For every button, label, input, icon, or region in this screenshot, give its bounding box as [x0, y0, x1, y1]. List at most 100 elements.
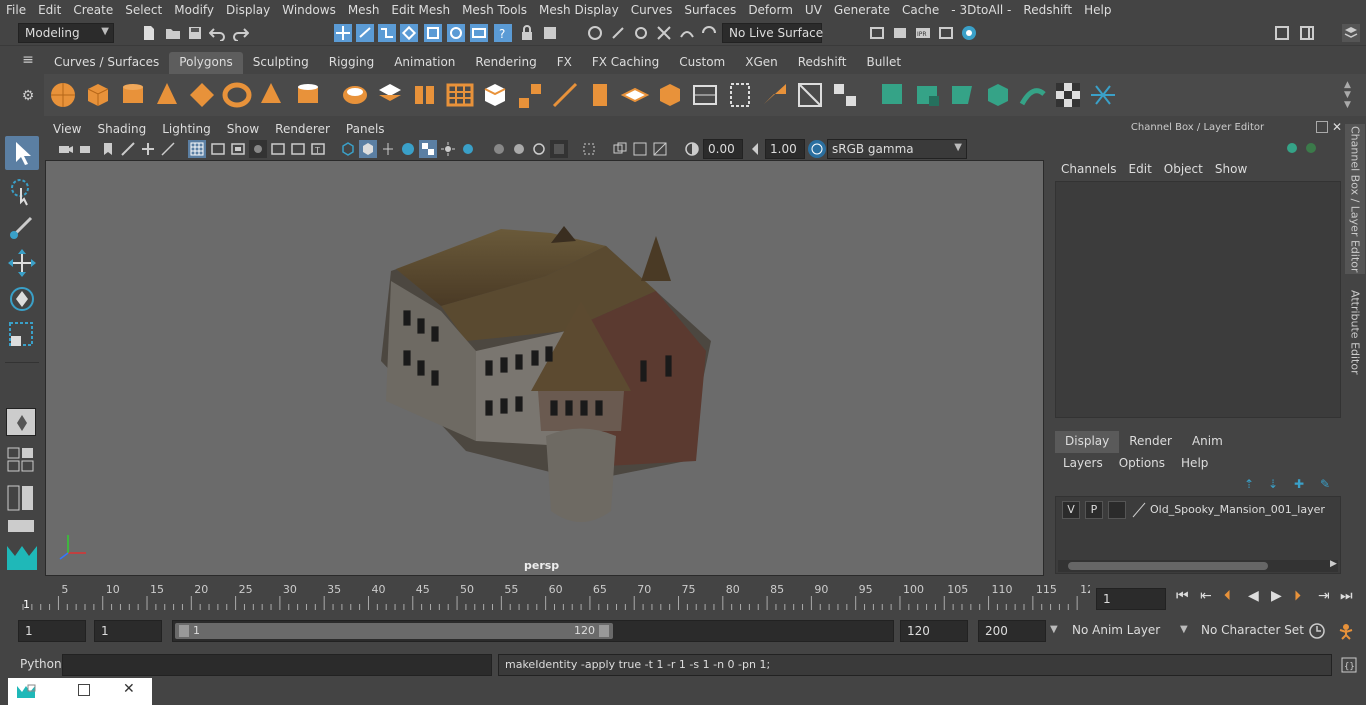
layer-display-type-toggle[interactable] — [1108, 501, 1126, 519]
cut-uv-icon[interactable] — [795, 80, 825, 110]
paint-select-icon[interactable] — [378, 24, 396, 42]
safe-action-icon[interactable] — [269, 140, 287, 158]
paint-select-tool-icon[interactable] — [5, 210, 39, 244]
snap-curve-icon[interactable] — [424, 24, 442, 42]
layer-name[interactable]: Old_Spooky_Mansion_001_layer — [1150, 503, 1325, 516]
channel-box-area[interactable] — [1055, 181, 1341, 418]
wireframe-icon[interactable] — [339, 140, 357, 158]
range-slider-handle[interactable]: 1 120 — [175, 623, 613, 639]
range-start-grip[interactable] — [179, 625, 189, 637]
poly-pipe-icon[interactable] — [293, 80, 323, 110]
anti-aliasing-icon[interactable] — [530, 140, 548, 158]
go-to-start-icon[interactable]: ⏮ — [1176, 588, 1189, 604]
menu-curves[interactable]: Curves — [625, 3, 679, 17]
mode-select[interactable]: Modeling ▼ — [18, 23, 114, 43]
green-cube-icon[interactable] — [878, 80, 908, 110]
shelf-tab-animation[interactable]: Animation — [384, 52, 465, 74]
move-layer-down-icon[interactable]: ⇣ — [1268, 477, 1278, 491]
command-input[interactable] — [62, 654, 492, 676]
gamma-icon[interactable] — [747, 140, 765, 158]
menu-help[interactable]: Help — [1078, 3, 1117, 17]
single-pane-layout-icon[interactable] — [6, 408, 36, 436]
new-layer-icon[interactable]: ✚ — [1294, 477, 1304, 491]
playback-start-field[interactable]: 1 — [94, 620, 162, 642]
poly-pyramid-icon[interactable] — [256, 80, 286, 110]
shadows-icon[interactable] — [459, 140, 477, 158]
undo-icon[interactable] — [208, 24, 226, 42]
panel-menu-shading[interactable]: Shading — [89, 120, 154, 139]
smooth-icon[interactable] — [445, 80, 475, 110]
chevron-down-icon[interactable]: ▼ — [1050, 624, 1058, 635]
menu-edit-mesh[interactable]: Edit Mesh — [385, 3, 456, 17]
layer-menu-layers[interactable]: Layers — [1055, 453, 1111, 475]
current-frame-field[interactable]: 1 — [1096, 588, 1166, 610]
channel-box-layout-icon[interactable] — [1285, 141, 1299, 155]
panel-menu-panels[interactable]: Panels — [338, 120, 393, 139]
step-back-frame-icon[interactable]: ⏴ — [1224, 588, 1231, 604]
shelf-tab-fx[interactable]: FX — [547, 52, 582, 74]
menu-windows[interactable]: Windows — [276, 3, 342, 17]
animation-end-field[interactable]: 200 — [978, 620, 1046, 642]
new-layer-from-selection-icon[interactable]: ✎ — [1320, 477, 1330, 491]
checker-shade-icon[interactable] — [419, 140, 437, 158]
snap-pivot-icon[interactable] — [655, 24, 673, 42]
float-window-icon[interactable] — [1316, 121, 1328, 133]
grid-icon[interactable] — [188, 140, 206, 158]
shelf-settings-icon[interactable]: ⚙ — [18, 88, 38, 108]
chevron-down-icon[interactable]: ▼ — [1180, 624, 1188, 635]
layer-tab-anim[interactable]: Anim — [1182, 431, 1233, 453]
offset-edge-icon[interactable] — [620, 80, 650, 110]
multi-cut-icon[interactable] — [550, 80, 580, 110]
layer-scrollbar-thumb[interactable] — [1068, 562, 1268, 570]
shelf-tab-rigging[interactable]: Rigging — [319, 52, 384, 74]
sew-uv-icon[interactable] — [830, 80, 860, 110]
layer-menu-help[interactable]: Help — [1173, 453, 1216, 475]
insert-edge-icon[interactable] — [585, 80, 615, 110]
live-surface-field[interactable]: No Live Surface — [722, 23, 823, 43]
render-frame-icon[interactable] — [891, 24, 909, 42]
combine-icon[interactable] — [340, 80, 370, 110]
poly-cone-icon[interactable] — [152, 80, 182, 110]
layer-row[interactable]: V P Old_Spooky_Mansion_001_layer — [1059, 501, 1339, 521]
menu-deform[interactable]: Deform — [742, 3, 799, 17]
time-slider[interactable]: 5 10 15 20 25 30 35 40 45 50 55 60 65 70 75 80 85 90 95 100… — [18, 582, 1090, 612]
render-view-icon[interactable] — [937, 24, 955, 42]
xray-icon[interactable]: T — [309, 140, 327, 158]
snap-live-icon[interactable]: ? — [494, 24, 512, 42]
backface-culling-icon[interactable] — [651, 140, 669, 158]
isolate-select-icon[interactable] — [580, 140, 598, 158]
poly-cylinder-icon[interactable] — [118, 80, 148, 110]
symmetry-icon[interactable] — [1088, 80, 1118, 110]
layer-playback-toggle[interactable]: P — [1085, 501, 1103, 519]
snap-view-icon[interactable] — [470, 24, 488, 42]
move-tool-icon[interactable] — [5, 246, 39, 280]
range-slider[interactable]: 1 120 — [172, 620, 894, 642]
extract-icon[interactable] — [410, 80, 440, 110]
shelf-scroll-icon[interactable]: ▲ ▼ ▼ — [1344, 80, 1354, 110]
step-forward-key-icon[interactable]: ⇥ — [1318, 588, 1330, 604]
green-bend-icon[interactable] — [948, 80, 978, 110]
uv-editor-icon[interactable] — [690, 80, 720, 110]
menu-generate[interactable]: Generate — [828, 3, 896, 17]
automatic-map-icon[interactable] — [760, 80, 790, 110]
default-material-icon[interactable] — [379, 140, 397, 158]
camera-icon[interactable] — [57, 140, 75, 158]
auto-key-icon[interactable] — [1308, 622, 1326, 640]
extrude-icon[interactable] — [515, 80, 545, 110]
workspace-icon[interactable] — [1273, 24, 1291, 42]
menu-mesh-display[interactable]: Mesh Display — [533, 3, 625, 17]
color-space-select[interactable]: sRGB gamma ▼ — [827, 139, 967, 159]
shelf-tab-bullet[interactable]: Bullet — [856, 52, 911, 74]
close-icon[interactable]: ✕ — [1332, 120, 1344, 134]
panel-menu-view[interactable]: View — [45, 120, 89, 139]
channel-box-menu-object[interactable]: Object — [1158, 160, 1209, 180]
layer-scrollbar[interactable]: ▶ — [1058, 559, 1338, 572]
shelf-menu-icon[interactable]: ≡ — [18, 52, 38, 72]
range-end-grip[interactable] — [599, 625, 609, 637]
gate-mask-icon[interactable] — [229, 140, 247, 158]
snap-point-icon[interactable] — [447, 24, 465, 42]
gamma-field[interactable]: 1.00 — [765, 139, 805, 159]
snap-projected-icon[interactable] — [632, 24, 650, 42]
exposure-field[interactable]: 0.00 — [703, 139, 743, 159]
tab-channel-box[interactable]: Channel Box / Layer Editor — [1345, 124, 1365, 274]
